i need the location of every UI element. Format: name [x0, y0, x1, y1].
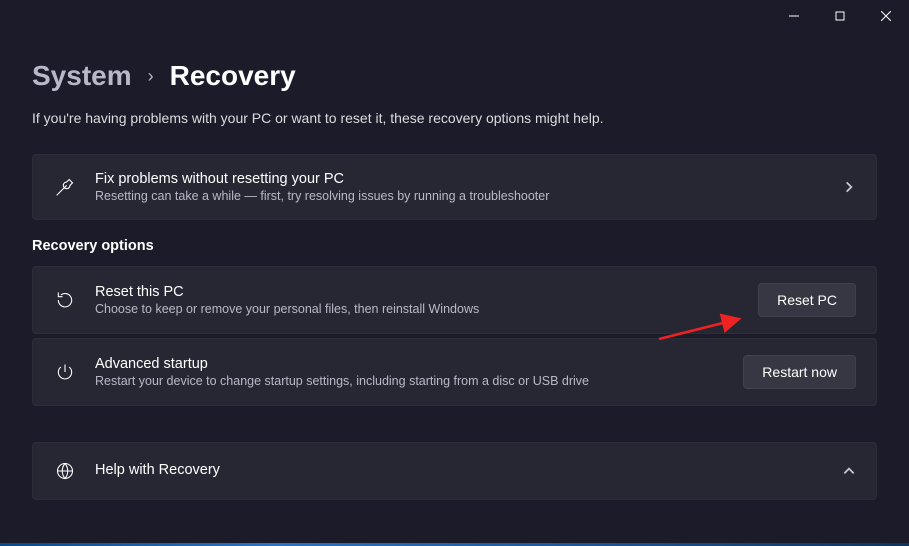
- advanced-startup-subtitle: Restart your device to change startup se…: [95, 374, 743, 388]
- reset-pc-card[interactable]: Reset this PC Choose to keep or remove y…: [32, 266, 877, 334]
- recovery-options-header: Recovery options: [32, 238, 877, 254]
- minimize-button[interactable]: [771, 0, 817, 32]
- advanced-startup-title: Advanced startup: [95, 356, 743, 372]
- breadcrumb-parent[interactable]: System: [32, 60, 132, 92]
- chevron-right-icon: ›: [148, 66, 154, 87]
- help-card[interactable]: Help with Recovery: [32, 442, 877, 500]
- page-description: If you're having problems with your PC o…: [32, 110, 877, 126]
- wrench-icon: [53, 175, 77, 199]
- minimize-icon: [789, 11, 799, 21]
- maximize-icon: [835, 11, 845, 21]
- window-controls: [771, 0, 909, 32]
- restart-now-button[interactable]: Restart now: [743, 355, 856, 389]
- chevron-right-icon: [842, 180, 856, 194]
- chevron-up-icon: [842, 464, 856, 478]
- advanced-startup-card[interactable]: Advanced startup Restart your device to …: [32, 338, 877, 406]
- power-icon: [53, 360, 77, 384]
- fix-problems-subtitle: Resetting can take a while — first, try …: [95, 189, 842, 203]
- maximize-button[interactable]: [817, 0, 863, 32]
- reset-pc-subtitle: Choose to keep or remove your personal f…: [95, 302, 758, 316]
- close-button[interactable]: [863, 0, 909, 32]
- reset-pc-button[interactable]: Reset PC: [758, 283, 856, 317]
- close-icon: [881, 11, 891, 21]
- reset-icon: [53, 288, 77, 312]
- page-title: Recovery: [170, 60, 296, 92]
- fix-problems-title: Fix problems without resetting your PC: [95, 171, 842, 187]
- reset-pc-title: Reset this PC: [95, 284, 758, 300]
- globe-icon: [53, 459, 77, 483]
- fix-problems-card[interactable]: Fix problems without resetting your PC R…: [32, 154, 877, 220]
- help-title: Help with Recovery: [95, 462, 842, 478]
- breadcrumb: System › Recovery: [32, 60, 877, 92]
